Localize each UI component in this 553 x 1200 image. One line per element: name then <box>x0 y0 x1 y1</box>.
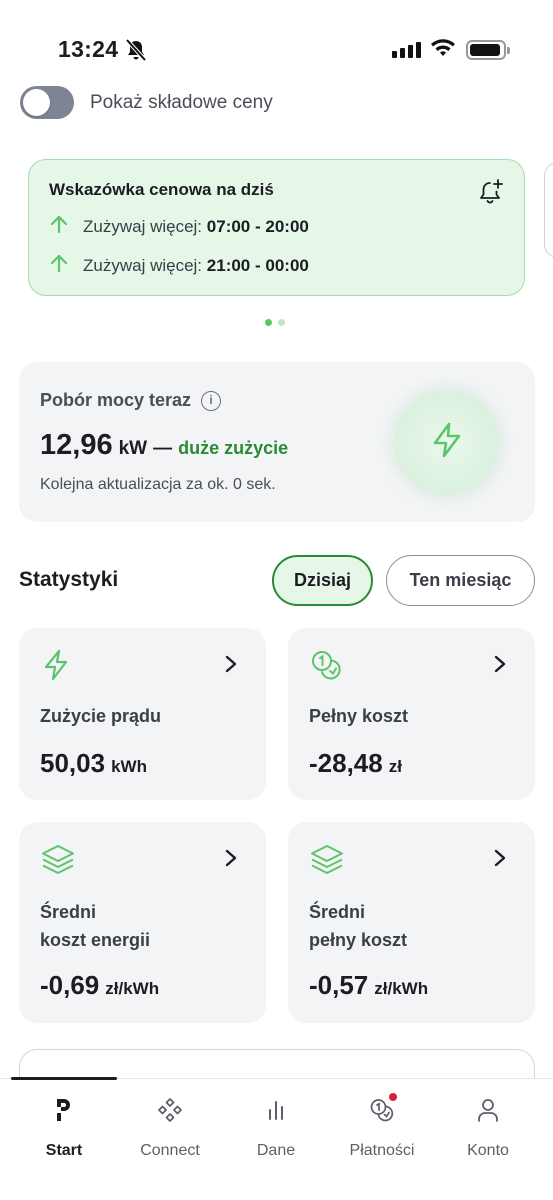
tab-start[interactable]: Start <box>11 1097 117 1160</box>
tile-value: -0,69 zł/kWh <box>40 970 159 1001</box>
price-hint-range: 07:00 - 20:00 <box>206 216 309 236</box>
tile-value: -0,57 zł/kWh <box>309 970 428 1001</box>
tab-label: Connect <box>140 1142 200 1159</box>
tile-value-number: -28,48 <box>309 748 383 778</box>
tile-value-unit: kWh <box>111 757 147 776</box>
tile-value-number: -0,69 <box>40 970 100 1000</box>
tile-value-unit: zł/kWh <box>105 979 160 998</box>
silent-bell-icon <box>125 38 147 67</box>
tab-payments[interactable]: Płatności <box>329 1093 435 1160</box>
stat-tile-avg-full-cost[interactable]: Średni pełny koszt -0,57 zł/kWh <box>288 822 535 1023</box>
price-hint-card[interactable]: Wskazówka cenowa na dziś Zużywaj więcej:… <box>28 159 525 296</box>
tab-label: Start <box>45 1142 83 1159</box>
carousel-dot-active[interactable] <box>265 319 272 326</box>
tile-value-number: 50,03 <box>40 748 106 778</box>
power-draw-card: Pobór mocy teraz i 12,96 kW — duże zużyc… <box>19 362 535 522</box>
tab-label: Płatności <box>349 1142 415 1159</box>
status-time: 13:24 <box>58 36 119 62</box>
price-hint-title: Wskazówka cenowa na dziś <box>49 180 274 199</box>
bolt-icon <box>40 648 74 687</box>
tile-value-unit: zł <box>388 757 402 776</box>
power-draw-title: Pobór mocy teraz <box>40 390 192 410</box>
tab-connect[interactable]: Connect <box>117 1097 223 1160</box>
carousel-dots <box>265 319 285 326</box>
stat-tile-energy-usage[interactable]: Zużycie prądu 50,03 kWh <box>19 628 266 800</box>
signal-icon <box>392 42 421 58</box>
tab-label: Dane <box>256 1142 296 1159</box>
info-icon[interactable]: i <box>201 390 222 411</box>
tile-value-number: -0,57 <box>309 970 369 1000</box>
start-logo-icon <box>52 1097 76 1128</box>
stats-title: Statystyki <box>19 568 119 591</box>
bottom-tab-bar: Start Connect Dane Płatności Konto <box>0 1077 553 1200</box>
battery-icon <box>466 40 510 60</box>
power-status: duże zużycie <box>178 438 289 458</box>
stat-tile-full-cost[interactable]: Pełny koszt -28,48 zł <box>288 628 535 800</box>
tile-label: Zużycie prądu <box>40 706 162 726</box>
wifi-icon <box>430 38 456 63</box>
power-orb <box>396 392 497 493</box>
layers-icon <box>40 842 76 881</box>
tile-label: Średni pełny koszt <box>309 898 407 954</box>
coins-icon <box>369 1093 397 1128</box>
layers-icon <box>309 842 345 881</box>
chevron-right-icon[interactable] <box>224 848 238 873</box>
power-value-dash: — <box>153 438 173 459</box>
tile-value: 50,03 kWh <box>40 748 147 779</box>
tile-label-line: pełny koszt <box>309 930 408 950</box>
tile-label-line: koszt energii <box>40 930 151 950</box>
tab-account[interactable]: Konto <box>435 1097 541 1160</box>
tile-label-line: Średni <box>309 902 366 922</box>
tile-value: -28,48 zł <box>309 748 402 779</box>
bar-chart-icon <box>264 1097 288 1128</box>
price-hint-prefix: Zużywaj więcej: <box>83 216 203 236</box>
chip-this-month[interactable]: Ten miesiąc <box>386 555 535 606</box>
price-hint-row: Zużywaj więcej: 21:00 - 00:00 <box>49 253 504 278</box>
tile-label: Pełny koszt <box>309 706 409 726</box>
price-hint-range: 21:00 - 00:00 <box>206 255 309 275</box>
price-components-toggle[interactable] <box>20 86 74 119</box>
tile-value-unit: zł/kWh <box>374 979 429 998</box>
chevron-right-icon[interactable] <box>224 654 238 679</box>
notification-dot <box>389 1093 397 1101</box>
tab-data[interactable]: Dane <box>223 1097 329 1160</box>
active-tab-indicator <box>11 1077 117 1080</box>
next-hint-card-peek[interactable] <box>544 162 553 258</box>
chevron-right-icon[interactable] <box>493 654 507 679</box>
price-hint-row: Zużywaj więcej: 07:00 - 20:00 <box>49 214 504 239</box>
bolt-icon <box>427 420 467 465</box>
tab-label: Konto <box>467 1142 509 1159</box>
stat-tile-avg-energy-cost[interactable]: Średni koszt energii -0,69 zł/kWh <box>19 822 266 1023</box>
bell-plus-icon[interactable] <box>478 178 504 211</box>
arrow-up-icon <box>49 214 69 239</box>
arrow-up-icon <box>49 253 69 278</box>
show-price-components-row[interactable]: Pokaż składowe ceny <box>20 86 273 119</box>
chip-today[interactable]: Dzisiaj <box>272 555 373 606</box>
price-components-label: Pokaż składowe ceny <box>90 91 273 113</box>
stats-header: Statystyki Dzisiaj Ten miesiąc <box>19 555 535 607</box>
status-bar: 13:24 <box>0 0 553 80</box>
tile-label: Średni koszt energii <box>40 898 150 954</box>
price-hint-prefix: Zużywaj więcej: <box>83 255 203 275</box>
tile-label-line: Średni <box>40 902 97 922</box>
power-value-number: 12,96 <box>40 429 113 461</box>
coins-icon <box>309 648 345 687</box>
user-icon <box>476 1097 500 1128</box>
carousel-dot[interactable] <box>278 319 285 326</box>
connect-diamonds-icon <box>158 1097 182 1128</box>
chevron-right-icon[interactable] <box>493 848 507 873</box>
power-value-unit: kW <box>118 438 148 459</box>
